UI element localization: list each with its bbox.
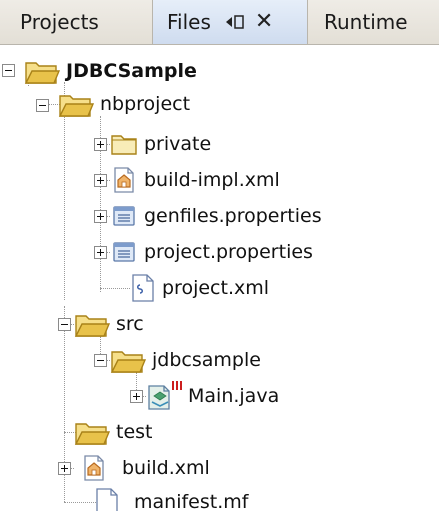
tree-node-private[interactable]: private	[110, 126, 211, 162]
expand-toggle-genfiles[interactable]	[94, 210, 107, 223]
tree-node-test[interactable]: test	[74, 414, 153, 450]
tree-node-build-xml[interactable]: build.xml	[80, 450, 210, 486]
files-window: Projects Files ✕ Runtime JDBCSample nbpr…	[0, 0, 439, 511]
tree-label-build-impl-xml: build-impl.xml	[144, 169, 280, 191]
tree-label-private: private	[144, 133, 212, 155]
tree-label-project-properties: project.properties	[144, 241, 313, 263]
folder-icon	[111, 135, 137, 155]
text-file-icon	[96, 488, 118, 511]
tree-label-test: test	[116, 421, 153, 443]
tree-label-jdbcsample-package: jdbcsample	[152, 349, 261, 371]
open-folder-icon	[74, 423, 110, 445]
tab-bar: Projects Files ✕ Runtime	[0, 0, 439, 45]
tab-projects-label: Projects	[20, 10, 99, 34]
tree-label-genfiles-properties: genfiles.properties	[144, 205, 322, 227]
properties-file-icon	[113, 242, 135, 262]
tree-node-manifest-mf[interactable]: manifest.mf	[94, 484, 248, 511]
ant-build-file-icon	[114, 167, 134, 193]
tree-node-jdbcsample[interactable]: JDBCSample	[24, 53, 197, 89]
tree-label-manifest-mf: manifest.mf	[134, 491, 249, 511]
collapse-toggle-src[interactable]	[58, 318, 71, 331]
expand-toggle-build-impl[interactable]	[94, 174, 107, 187]
expand-toggle-project-properties[interactable]	[94, 246, 107, 259]
open-folder-icon	[110, 351, 146, 373]
tree-node-build-impl-xml[interactable]: build-impl.xml	[110, 162, 280, 198]
tab-files[interactable]: Files ✕	[152, 0, 308, 44]
collapse-toggle-jdbcsample-package[interactable]	[94, 354, 107, 367]
tree-node-nbproject[interactable]: nbproject	[58, 86, 190, 122]
collapse-toggle-nbproject[interactable]	[36, 99, 49, 112]
xml-file-icon	[132, 274, 154, 302]
expand-toggle-private[interactable]	[94, 138, 107, 151]
tree-node-src[interactable]: src	[74, 306, 144, 342]
open-folder-icon	[74, 315, 110, 337]
tree-label-project-xml: project.xml	[162, 277, 270, 299]
tree-label-nbproject: nbproject	[100, 93, 191, 115]
open-folder-icon	[24, 62, 60, 84]
file-tree: JDBCSample nbproject private build-impl.…	[0, 44, 439, 511]
collapse-toggle-jdbcsample[interactable]	[2, 64, 15, 77]
tree-node-genfiles-properties[interactable]: genfiles.properties	[110, 198, 322, 234]
tree-node-project-xml[interactable]: project.xml	[130, 270, 269, 306]
open-folder-icon	[58, 95, 94, 117]
tree-label-main-java: Main.java	[188, 385, 280, 407]
tree-label-src: src	[116, 313, 144, 335]
tree-node-project-properties[interactable]: project.properties	[110, 234, 313, 270]
tab-runtime[interactable]: Runtime	[312, 0, 439, 44]
minimize-window-icon[interactable]	[225, 14, 245, 30]
tree-node-jdbcsample-package[interactable]: jdbcsample	[110, 342, 261, 378]
expand-toggle-main-java[interactable]	[130, 390, 143, 403]
tab-projects[interactable]: Projects	[0, 0, 152, 44]
tree-label-jdbcsample: JDBCSample	[66, 60, 197, 82]
close-tab-icon[interactable]: ✕	[255, 11, 273, 33]
tab-files-label: Files	[167, 10, 211, 34]
tab-runtime-label: Runtime	[324, 10, 408, 34]
ant-build-file-icon	[84, 455, 104, 481]
java-file-icon	[148, 381, 182, 410]
properties-file-icon	[113, 206, 135, 226]
tree-node-main-java[interactable]: Main.java	[146, 378, 279, 414]
tree-label-build-xml: build.xml	[122, 457, 210, 479]
expand-toggle-build-xml[interactable]	[58, 462, 71, 475]
